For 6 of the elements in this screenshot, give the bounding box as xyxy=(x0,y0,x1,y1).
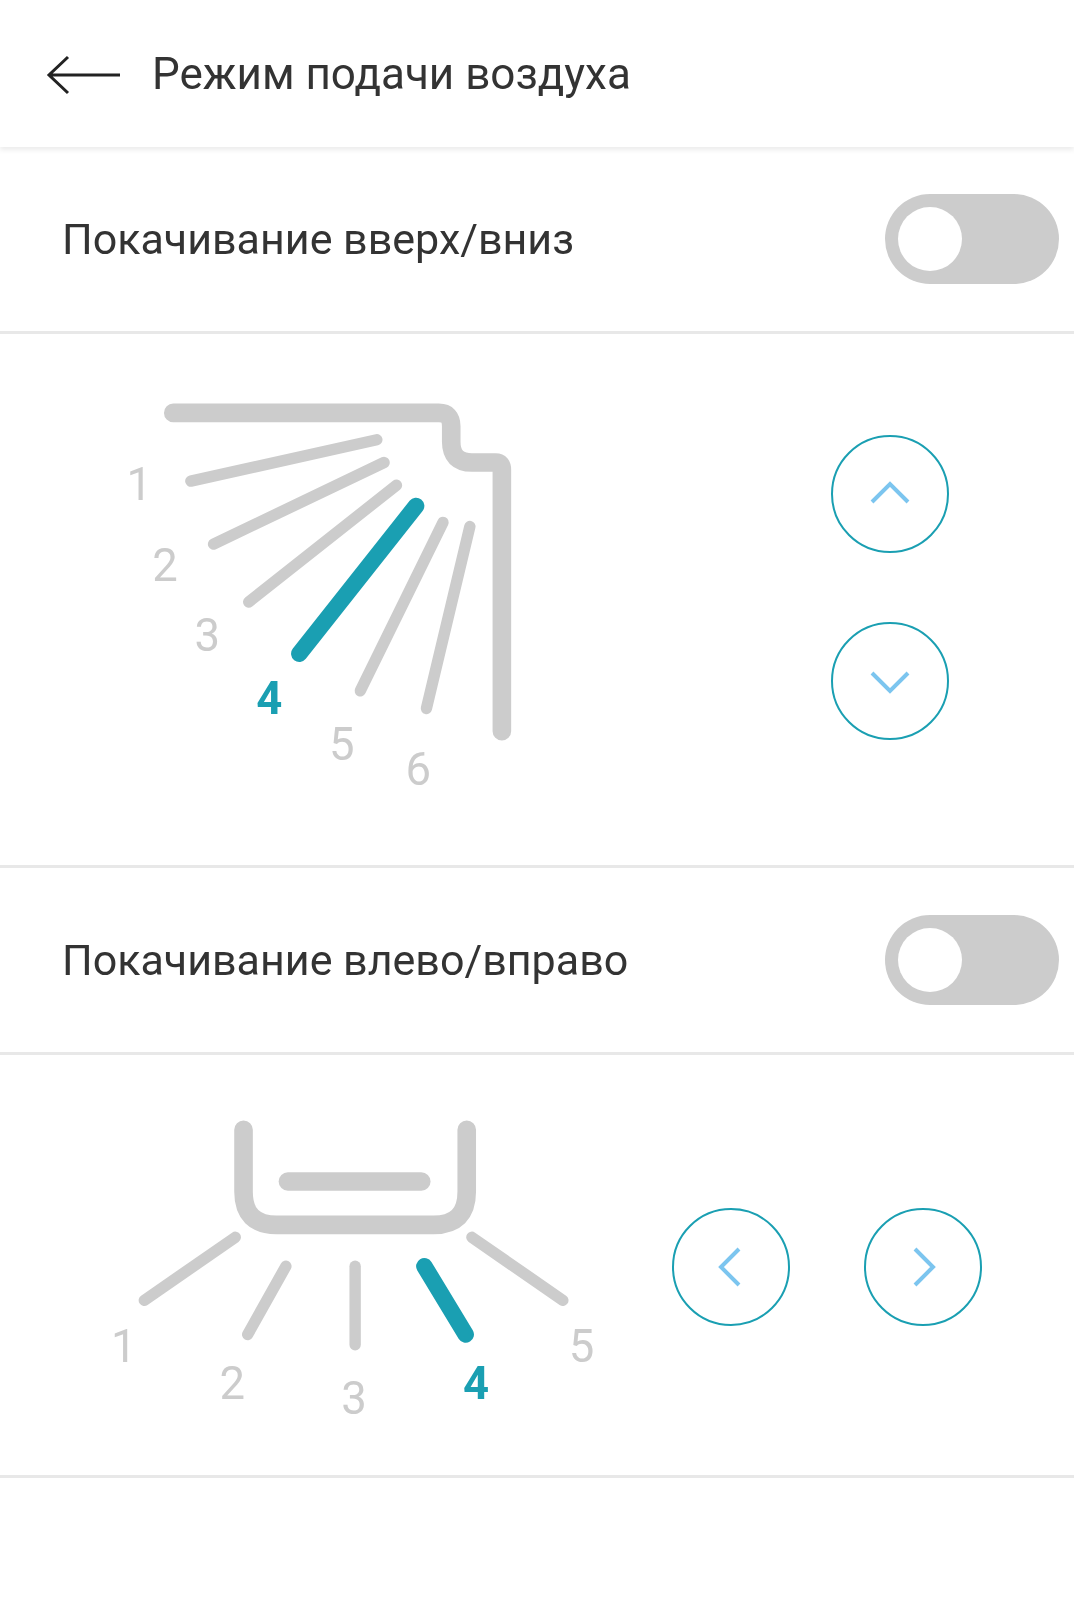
page-title: Режим подачи воздуха xyxy=(152,47,631,100)
back-arrow-icon[interactable] xyxy=(46,54,122,95)
setting-label: Покачивание влево/вправо xyxy=(62,935,629,985)
position-number: 4 xyxy=(463,1356,490,1410)
position-number: 4 xyxy=(256,671,283,725)
setting-label: Покачивание вверх/вниз xyxy=(62,214,574,264)
